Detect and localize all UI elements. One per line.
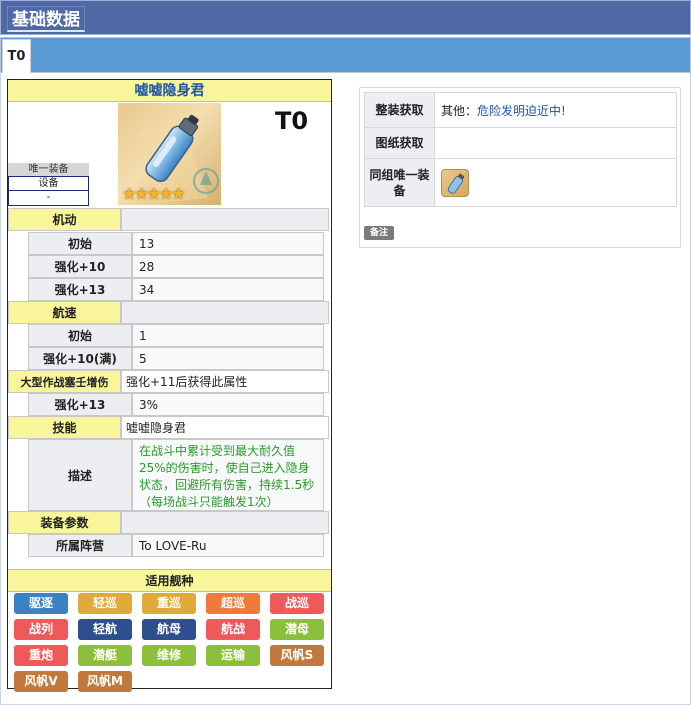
- rarity-stars: ★★★★★: [122, 184, 186, 203]
- stat-label: 强化+10(满): [28, 347, 132, 370]
- ship-type-button[interactable]: 航战: [206, 619, 260, 640]
- acquisition-key: 图纸获取: [365, 128, 435, 158]
- section-mobility: 机动: [8, 208, 331, 231]
- section-params: 装备参数: [8, 511, 331, 534]
- acquisition-panel: 整装获取 其他： 危险发明迫近中! 图纸获取 同组唯一装备 备注: [359, 87, 681, 248]
- acquisition-row: 图纸获取: [364, 128, 677, 159]
- section-operation-damage: 大型作战塞壬增伤 强化+11后获得此属性: [8, 370, 331, 393]
- section-label: 大型作战塞壬增伤: [8, 370, 121, 393]
- stat-value: 28: [132, 255, 324, 278]
- section-filler: [121, 301, 329, 324]
- section-label: 机动: [8, 208, 121, 231]
- acquisition-value: [441, 159, 469, 206]
- stat-label: 强化+13: [28, 278, 132, 301]
- stat-row: 强化+10(满) 5: [8, 347, 331, 370]
- acquisition-row: 整装获取 其他： 危险发明迫近中!: [364, 92, 677, 128]
- stat-row: 强化+10 28: [8, 255, 331, 278]
- tab-strip: T0: [0, 37, 691, 74]
- ship-type-button[interactable]: 驱逐: [14, 593, 68, 614]
- section-filler: [121, 511, 329, 534]
- ship-type-button[interactable]: 航母: [142, 619, 196, 640]
- ship-type-button[interactable]: 潜母: [270, 619, 324, 640]
- tab-panel: 嘘嘘隐身君 ★★★★★ T0 唯一装备 设备 - 机动 初始 13 强化+10 …: [0, 73, 691, 705]
- stat-label: 强化+10: [28, 255, 132, 278]
- unique-category: 设备: [8, 176, 89, 191]
- ship-type-button[interactable]: 风帆M: [78, 671, 132, 692]
- ship-type-button[interactable]: 重巡: [142, 593, 196, 614]
- acquisition-row: 同组唯一装备: [364, 159, 677, 207]
- acquisition-key: 整装获取: [365, 93, 435, 127]
- stat-row: 强化+13 3%: [8, 393, 331, 416]
- acquisition-link[interactable]: 危险发明迫近中!: [477, 102, 566, 119]
- stat-label: 初始: [28, 324, 132, 347]
- unique-equipment-box: 唯一装备 设备 -: [8, 163, 89, 206]
- equipment-image: ★★★★★: [118, 103, 221, 205]
- ship-type-button[interactable]: 战巡: [270, 593, 324, 614]
- note-button[interactable]: 备注: [364, 226, 394, 240]
- ship-type-button[interactable]: 重炮: [14, 645, 68, 666]
- skill-description: 在战斗中累计受到最大耐久值25%的伤害时，使自己进入隐身状态，回避所有伤害，持续…: [139, 444, 315, 509]
- stat-value: 3%: [132, 393, 324, 416]
- stat-value: 5: [132, 347, 324, 370]
- equipment-card: 嘘嘘隐身君 ★★★★★ T0 唯一装备 设备 - 机动 初始 13 强化+10 …: [7, 79, 332, 692]
- skill-name: 嘘嘘隐身君: [121, 416, 329, 439]
- stat-value: 13: [132, 232, 324, 255]
- stat-value: 34: [132, 278, 324, 301]
- section-speed: 航速: [8, 301, 331, 324]
- stat-value: 1: [132, 324, 324, 347]
- section-label: 技能: [8, 416, 121, 439]
- section-note: 强化+11后获得此属性: [121, 370, 329, 393]
- section-skill: 技能 嘘嘘隐身君: [8, 416, 331, 439]
- stat-value: To LOVE-Ru: [132, 534, 324, 557]
- ship-type-button[interactable]: 超巡: [206, 593, 260, 614]
- ship-type-button[interactable]: 潜艇: [78, 645, 132, 666]
- stat-row: 初始 1: [8, 324, 331, 347]
- ship-type-button[interactable]: 战列: [14, 619, 68, 640]
- unique-label: 唯一装备: [8, 163, 89, 176]
- ship-type-button[interactable]: 轻巡: [78, 593, 132, 614]
- stat-row: 所属阵营 To LOVE-Ru: [8, 534, 331, 557]
- acquisition-table: 整装获取 其他： 危险发明迫近中! 图纸获取 同组唯一装备: [364, 92, 677, 207]
- acquisition-value: 其他： 危险发明迫近中!: [441, 93, 566, 127]
- equipment-name[interactable]: 嘘嘘隐身君: [8, 80, 331, 102]
- ship-type-button[interactable]: 风帆V: [14, 671, 68, 692]
- header-bar: 基础数据: [0, 0, 691, 35]
- equipment-thumbnail-icon[interactable]: [441, 168, 469, 197]
- section-label: 航速: [8, 301, 121, 324]
- ship-type-button[interactable]: 风帆S: [270, 645, 324, 666]
- description-value: 在战斗中累计受到最大耐久值25%的伤害时，使自己进入隐身状态，回避所有伤害，持续…: [132, 439, 324, 511]
- section-label: 装备参数: [8, 511, 121, 534]
- tab-t0[interactable]: T0: [2, 39, 31, 74]
- acquisition-prefix: 其他：: [441, 103, 478, 118]
- stat-label: 所属阵营: [28, 534, 132, 557]
- unique-value: -: [8, 191, 89, 206]
- spray-bottle-icon: [447, 173, 465, 194]
- page-title: 基础数据: [7, 6, 85, 32]
- ship-type-button[interactable]: 运输: [206, 645, 260, 666]
- stat-row: 强化+13 34: [8, 278, 331, 301]
- description-label: 描述: [28, 439, 132, 511]
- acquisition-key: 同组唯一装备: [365, 159, 435, 206]
- section-filler: [121, 208, 329, 231]
- ship-type-button[interactable]: 轻航: [78, 619, 132, 640]
- stat-label: 强化+13: [28, 393, 132, 416]
- stat-row: 初始 13: [8, 232, 331, 255]
- skill-description-row: 描述 在战斗中累计受到最大耐久值25%的伤害时，使自己进入隐身状态，回避所有伤害…: [8, 439, 331, 511]
- stat-label: 初始: [28, 232, 132, 255]
- tier-label: T0: [275, 107, 309, 135]
- ship-types-title: 适用舰种: [8, 569, 331, 592]
- ship-type-button[interactable]: 维修: [142, 645, 196, 666]
